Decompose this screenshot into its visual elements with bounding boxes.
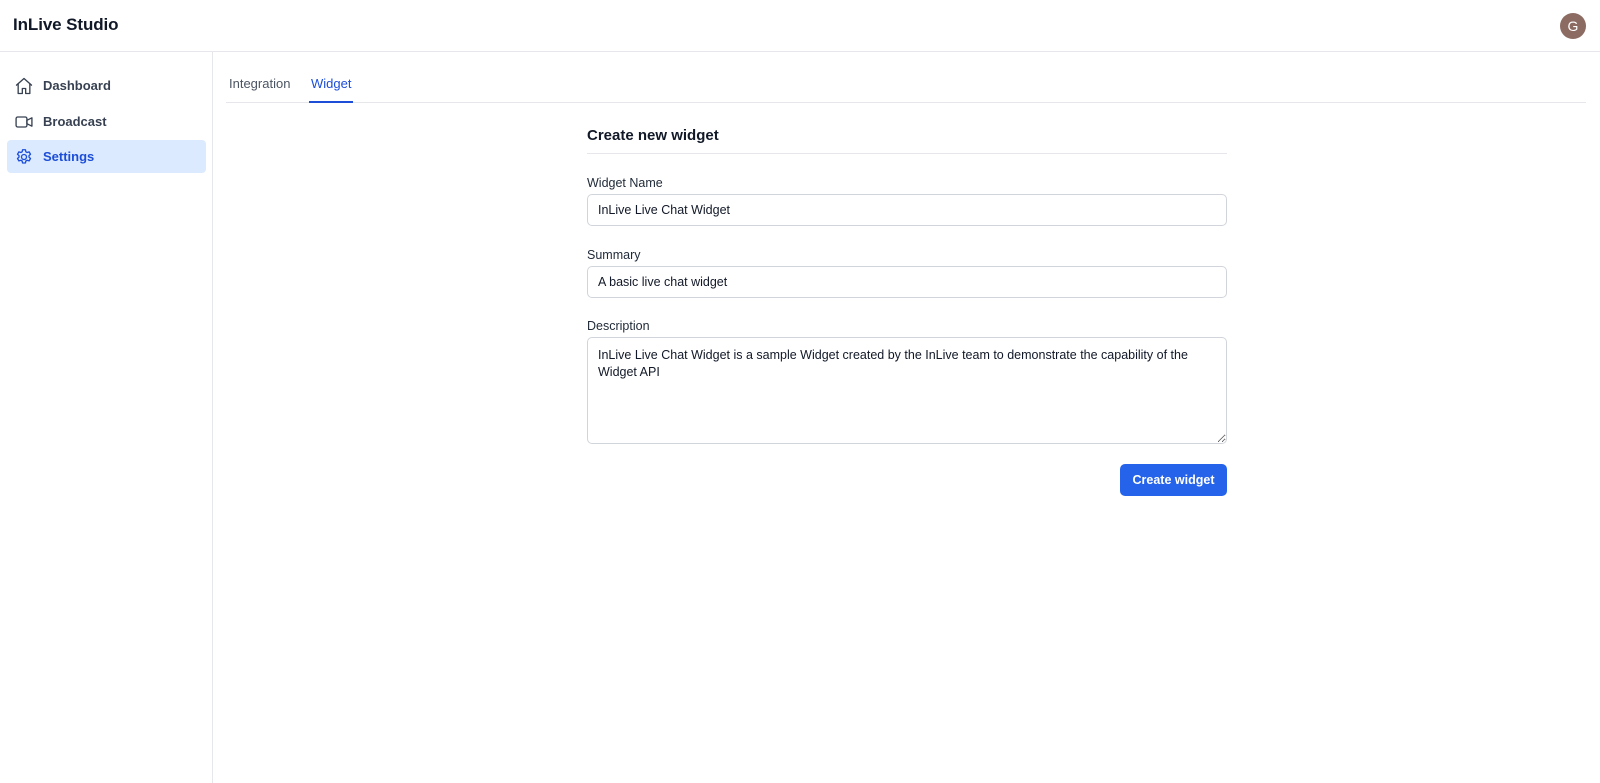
widget-name-label: Widget Name bbox=[587, 176, 663, 190]
description-label: Description bbox=[587, 319, 650, 333]
sidebar-item-broadcast[interactable]: Broadcast bbox=[7, 105, 206, 138]
tab-integration[interactable]: Integration bbox=[229, 76, 290, 103]
settings-tabs: Integration Widget bbox=[226, 52, 1586, 103]
widget-name-input[interactable] bbox=[587, 194, 1227, 226]
create-widget-button[interactable]: Create widget bbox=[1120, 464, 1227, 496]
tab-widget[interactable]: Widget bbox=[309, 76, 354, 103]
app-title: InLive Studio bbox=[13, 15, 119, 34]
video-camera-icon bbox=[15, 116, 33, 128]
sidebar-item-label: Broadcast bbox=[43, 114, 107, 129]
sidebar-item-label: Dashboard bbox=[43, 78, 111, 93]
sidebar-item-settings[interactable]: Settings bbox=[7, 140, 206, 173]
sidebar: Dashboard Broadcast Settings bbox=[0, 52, 213, 783]
home-icon bbox=[15, 77, 33, 95]
description-textarea[interactable]: InLive Live Chat Widget is a sample Widg… bbox=[587, 337, 1227, 444]
sidebar-item-dashboard[interactable]: Dashboard bbox=[7, 69, 206, 102]
form-divider bbox=[587, 153, 1227, 154]
summary-input[interactable] bbox=[587, 266, 1227, 298]
sidebar-item-label: Settings bbox=[43, 149, 95, 164]
form-title: Create new widget bbox=[587, 127, 719, 144]
user-avatar[interactable]: G bbox=[1560, 13, 1586, 39]
summary-label: Summary bbox=[587, 248, 641, 262]
gear-icon bbox=[16, 149, 32, 164]
top-bar: InLive Studio G bbox=[0, 0, 1600, 52]
